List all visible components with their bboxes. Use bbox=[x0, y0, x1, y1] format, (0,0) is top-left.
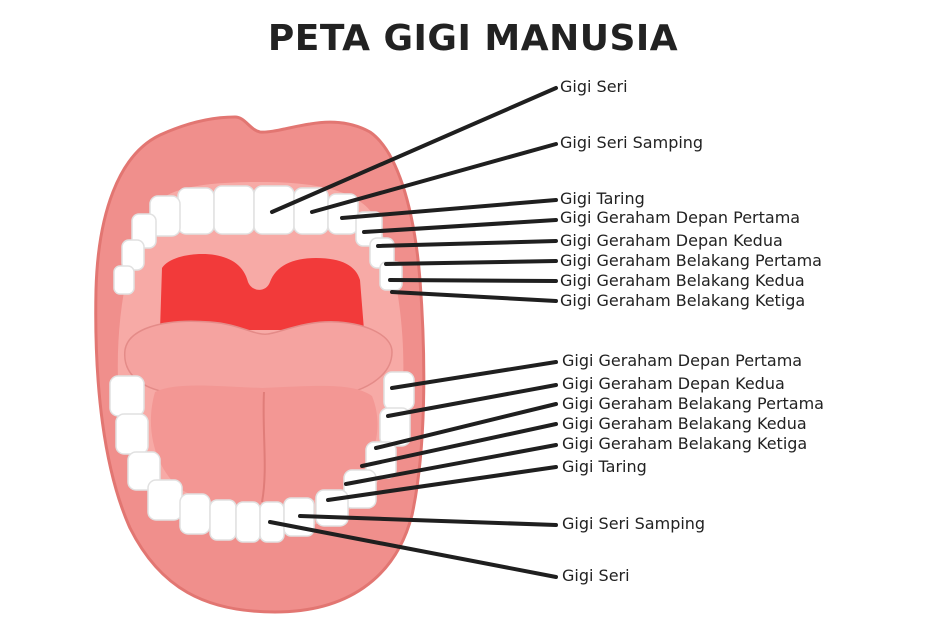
label-upper-gigi-taring: Gigi Taring bbox=[560, 189, 645, 208]
label-upper-geraham-belakang-kedua: Gigi Geraham Belakang Kedua bbox=[560, 271, 805, 290]
upper-tooth bbox=[213, 185, 255, 235]
label-upper-geraham-belakang-pertama: Gigi Geraham Belakang Pertama bbox=[560, 251, 822, 270]
label-lower-geraham-belakang-pertama: Gigi Geraham Belakang Pertama bbox=[562, 394, 824, 413]
upper-tooth bbox=[113, 265, 135, 295]
lower-tooth bbox=[235, 501, 261, 543]
lower-tooth bbox=[209, 499, 237, 541]
label-upper-geraham-depan-pertama: Gigi Geraham Depan Pertama bbox=[560, 208, 801, 227]
lower-tooth bbox=[147, 479, 183, 521]
lower-tooth bbox=[179, 493, 211, 535]
label-lower-gigi-seri: Gigi Seri bbox=[562, 566, 630, 585]
label-lower-geraham-depan-pertama: Gigi Geraham Depan Pertama bbox=[562, 351, 803, 370]
page-title: PETA GIGI MANUSIA bbox=[267, 18, 679, 59]
lower-tooth bbox=[109, 375, 145, 417]
mouth-diagram bbox=[94, 86, 558, 614]
label-lower-gigi-taring: Gigi Taring bbox=[562, 457, 647, 476]
upper-tooth bbox=[177, 187, 215, 235]
label-upper-geraham-depan-kedua: Gigi Geraham Depan Kedua bbox=[560, 231, 783, 250]
label-upper-gigi-seri: Gigi Seri bbox=[560, 77, 628, 96]
lower-tooth bbox=[315, 489, 349, 527]
page: PETA GIGI MANUSIA Gigi Seri Gigi Seri Sa… bbox=[0, 0, 946, 631]
label-lower-geraham-belakang-kedua: Gigi Geraham Belakang Kedua bbox=[562, 414, 807, 433]
label-upper-geraham-belakang-ketiga: Gigi Geraham Belakang Ketiga bbox=[560, 291, 806, 310]
lower-tooth bbox=[383, 371, 415, 411]
label-upper-gigi-seri-samping: Gigi Seri Samping bbox=[560, 133, 704, 152]
leader-line bbox=[388, 278, 558, 283]
label-lower-geraham-depan-kedua: Gigi Geraham Depan Kedua bbox=[562, 374, 785, 393]
lower-tooth bbox=[115, 413, 149, 455]
upper-tooth bbox=[379, 261, 403, 291]
lower-tooth bbox=[343, 469, 377, 509]
label-lower-geraham-belakang-ketiga: Gigi Geraham Belakang Ketiga bbox=[562, 434, 808, 453]
label-lower-gigi-seri-samping: Gigi Seri Samping bbox=[562, 514, 706, 533]
tongue-back bbox=[124, 320, 393, 398]
